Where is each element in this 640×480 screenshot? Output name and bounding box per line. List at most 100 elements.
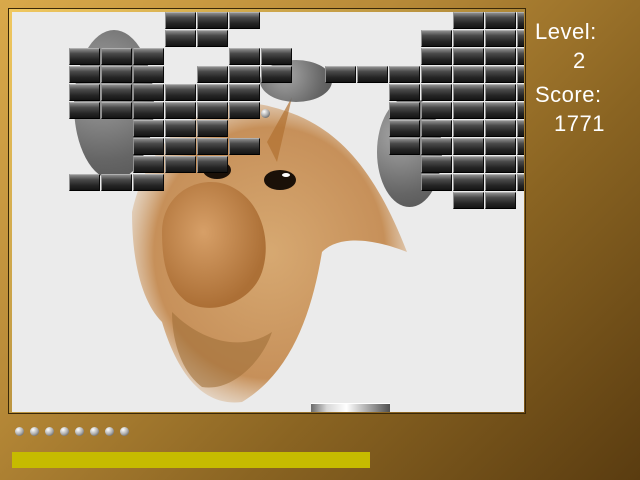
brick [453, 30, 484, 47]
brick [453, 174, 484, 191]
brick [389, 66, 420, 83]
brick [517, 120, 524, 137]
brick [517, 12, 524, 29]
paddle[interactable] [311, 403, 390, 412]
life-ball-icon [15, 427, 24, 436]
brick [197, 102, 228, 119]
brick [165, 12, 196, 29]
brick [197, 66, 228, 83]
brick [453, 102, 484, 119]
brick [485, 84, 516, 101]
brick [421, 84, 452, 101]
life-ball-icon [90, 427, 99, 436]
brick [197, 84, 228, 101]
brick [389, 102, 420, 119]
life-ball-icon [45, 427, 54, 436]
brick [165, 138, 196, 155]
brick [485, 174, 516, 191]
ball [261, 109, 270, 118]
brick [133, 66, 164, 83]
brick [389, 84, 420, 101]
brick [485, 120, 516, 137]
playfield[interactable] [12, 12, 524, 412]
brick [229, 102, 260, 119]
brick [517, 102, 524, 119]
brick [69, 102, 100, 119]
brick [133, 138, 164, 155]
brick [517, 48, 524, 65]
energy-bar-fill [12, 452, 370, 468]
score-value: 1771 [554, 111, 605, 136]
brick [229, 84, 260, 101]
brick [421, 120, 452, 137]
brick [485, 192, 516, 209]
brick [101, 174, 132, 191]
brick [453, 84, 484, 101]
score-label: Score: [535, 82, 602, 107]
brick [69, 174, 100, 191]
brick [453, 48, 484, 65]
life-ball-icon [75, 427, 84, 436]
brick [517, 30, 524, 47]
brick [485, 48, 516, 65]
brick [261, 48, 292, 65]
brick [133, 120, 164, 137]
brick [421, 48, 452, 65]
energy-bar [12, 452, 370, 468]
brick [197, 138, 228, 155]
brick [453, 66, 484, 83]
brick [389, 138, 420, 155]
brick [485, 12, 516, 29]
brick [101, 84, 132, 101]
brick [101, 102, 132, 119]
brick [165, 120, 196, 137]
brick [517, 174, 524, 191]
brick [133, 102, 164, 119]
brick [261, 66, 292, 83]
brick [133, 174, 164, 191]
brick [517, 138, 524, 155]
brick [453, 12, 484, 29]
brick [69, 48, 100, 65]
brick [133, 84, 164, 101]
brick [357, 66, 388, 83]
brick [101, 48, 132, 65]
brick [197, 120, 228, 137]
brick [421, 174, 452, 191]
brick [101, 66, 132, 83]
brick [133, 48, 164, 65]
brick [517, 66, 524, 83]
brick [325, 66, 356, 83]
brick [165, 102, 196, 119]
brick [517, 84, 524, 101]
brick [389, 120, 420, 137]
life-ball-icon [30, 427, 39, 436]
brick [229, 138, 260, 155]
brick [485, 138, 516, 155]
brick [485, 30, 516, 47]
brick [69, 84, 100, 101]
brick [421, 156, 452, 173]
brick [421, 138, 452, 155]
brick [133, 156, 164, 173]
life-ball-icon [60, 427, 69, 436]
brick [485, 156, 516, 173]
brick [421, 102, 452, 119]
brick [229, 48, 260, 65]
brick [229, 66, 260, 83]
brick [69, 66, 100, 83]
brick [197, 30, 228, 47]
brick [197, 156, 228, 173]
brick [453, 192, 484, 209]
brick [517, 156, 524, 173]
brick [421, 30, 452, 47]
brick [453, 138, 484, 155]
brick [165, 84, 196, 101]
brick [229, 12, 260, 29]
brick [485, 66, 516, 83]
brick [485, 102, 516, 119]
brick [453, 120, 484, 137]
brick [197, 12, 228, 29]
brick [165, 30, 196, 47]
level-value: 2 [573, 48, 586, 73]
